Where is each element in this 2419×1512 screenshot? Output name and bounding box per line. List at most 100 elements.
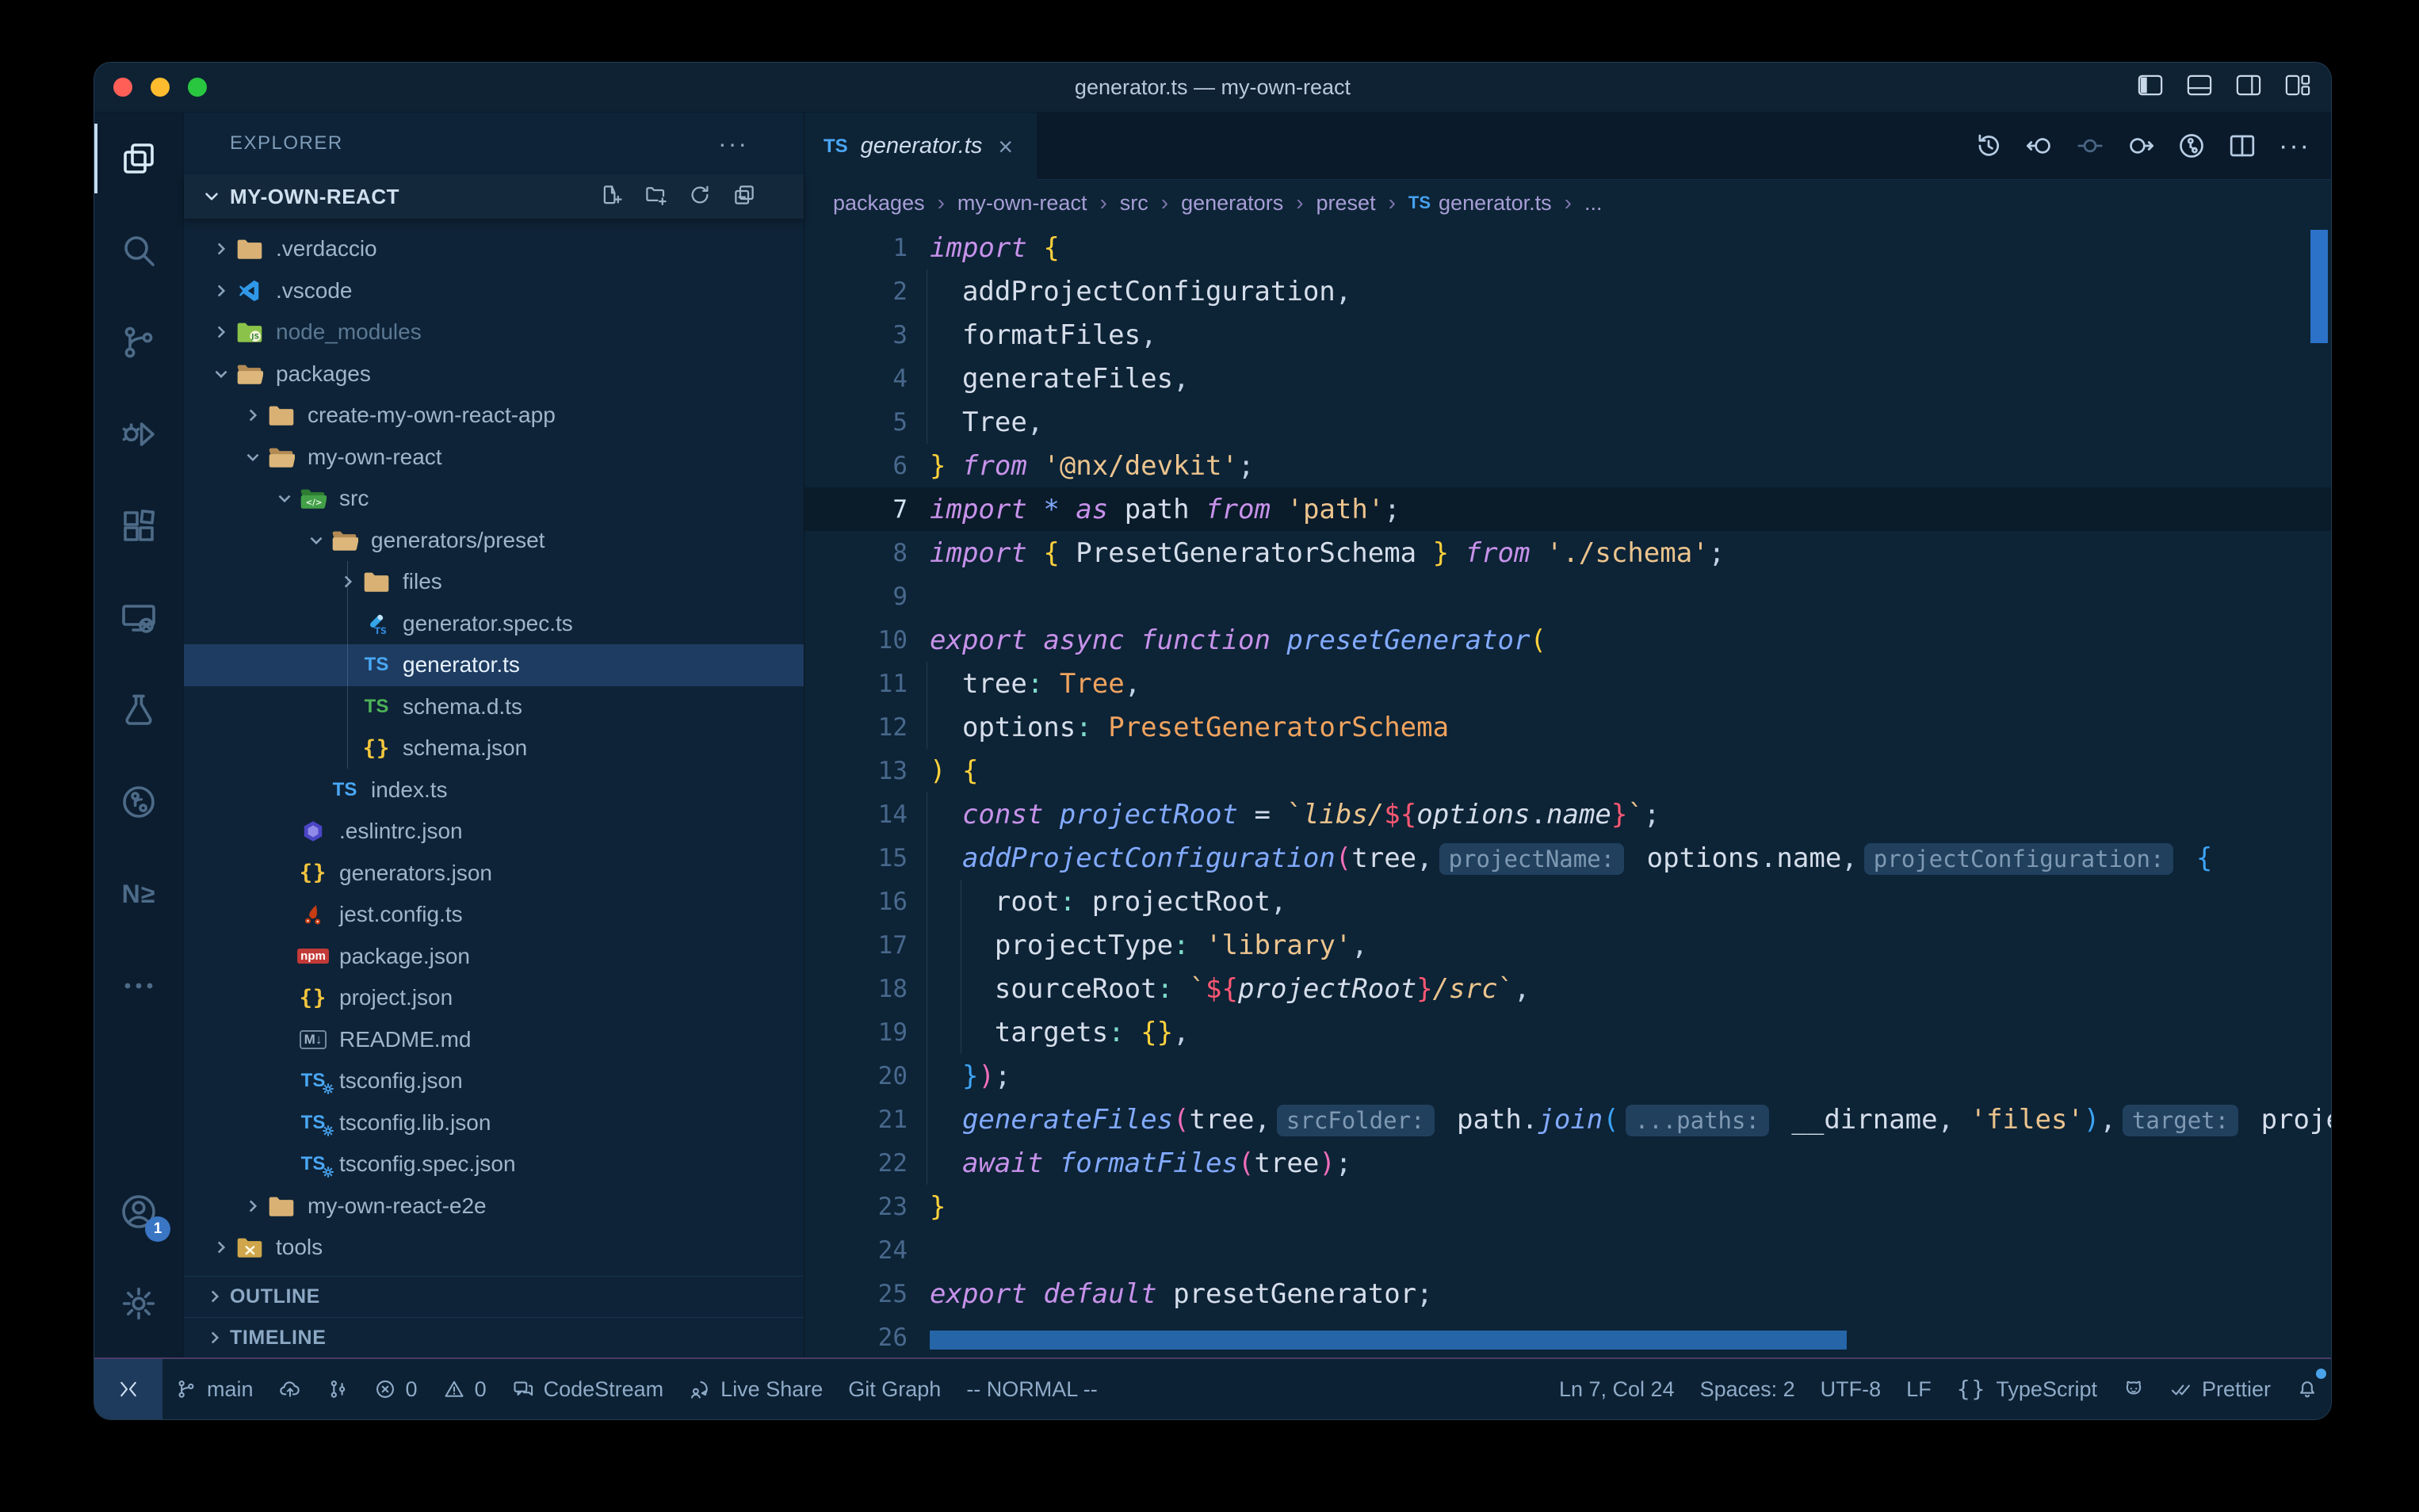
- code-line-9[interactable]: 9: [804, 575, 2331, 618]
- next-change-button[interactable]: [2127, 132, 2155, 160]
- code-line-18[interactable]: 18 sourceRoot: `${projectRoot}/src`,: [804, 967, 2331, 1010]
- status-language-mode[interactable]: {}TypeScript: [1944, 1359, 2110, 1419]
- tree-item-tsconfig.lib.json[interactable]: TStsconfig.lib.json: [184, 1102, 804, 1144]
- breadcrumb-item-my-own-react[interactable]: my-own-react: [957, 191, 1087, 216]
- breadcrumb-item-generator.ts[interactable]: TSgenerator.ts: [1408, 191, 1552, 216]
- code-line-23[interactable]: 23}: [804, 1185, 2331, 1228]
- activity-item-gitlens[interactable]: [94, 756, 183, 848]
- tree-item-jest.config.ts[interactable]: jest.config.ts: [184, 894, 804, 936]
- toggle-panel-button[interactable]: [2187, 74, 2212, 100]
- tree-item-.verdaccio[interactable]: .verdaccio: [184, 228, 804, 270]
- activity-item-manage[interactable]: [94, 1258, 183, 1350]
- status-eol[interactable]: LF: [1894, 1359, 1944, 1419]
- code-line-3[interactable]: 3 formatFiles,: [804, 313, 2331, 357]
- tree-item-.eslintrc.json[interactable]: .eslintrc.json: [184, 811, 804, 853]
- code-line-6[interactable]: 6} from '@nx/devkit';: [804, 444, 2331, 487]
- status-vim-mode[interactable]: -- NORMAL --: [953, 1359, 1110, 1419]
- code-line-21[interactable]: 21 generateFiles(tree,srcFolder: path.jo…: [804, 1098, 2331, 1141]
- tree-item-my-own-react-e2e[interactable]: my-own-react-e2e: [184, 1186, 804, 1228]
- zoom-window-button[interactable]: [188, 78, 207, 97]
- close-window-button[interactable]: [113, 78, 132, 97]
- status-cursor-position[interactable]: Ln 7, Col 24: [1546, 1359, 1687, 1419]
- code-line-20[interactable]: 20 });: [804, 1054, 2331, 1098]
- split-editor-button[interactable]: [2228, 132, 2257, 160]
- status-formatter[interactable]: Prettier: [2157, 1359, 2283, 1419]
- activity-item-search[interactable]: [94, 204, 183, 296]
- vertical-scrollbar[interactable]: [2310, 230, 2328, 343]
- outline-section[interactable]: OUTLINE: [184, 1276, 804, 1316]
- status-encoding[interactable]: UTF-8: [1808, 1359, 1894, 1419]
- horizontal-scrollbar[interactable]: [930, 1331, 1847, 1350]
- tree-item-package.json[interactable]: npmpackage.json: [184, 936, 804, 978]
- code-line-13[interactable]: 13) {: [804, 749, 2331, 792]
- tab-generator-ts[interactable]: TS generator.ts ×: [804, 113, 1037, 180]
- code-line-10[interactable]: 10export async function presetGenerator(: [804, 618, 2331, 662]
- code-line-15[interactable]: 15 addProjectConfiguration(tree,projectN…: [804, 836, 2331, 880]
- code-line-2[interactable]: 2 addProjectConfiguration,: [804, 269, 2331, 313]
- breadcrumb-item-generators[interactable]: generators: [1181, 191, 1283, 216]
- activity-item-remote-explorer[interactable]: [94, 572, 183, 664]
- status-notifications[interactable]: [2283, 1359, 2331, 1419]
- tree-item-index.ts[interactable]: TSindex.ts: [184, 769, 804, 811]
- tree-item-.vscode[interactable]: .vscode: [184, 270, 804, 312]
- tree-item-tsconfig.json[interactable]: TStsconfig.json: [184, 1060, 804, 1102]
- tree-item-files[interactable]: files: [184, 561, 804, 603]
- code-line-14[interactable]: 14 const projectRoot = `libs/${options.n…: [804, 792, 2331, 836]
- tree-item-my-own-react[interactable]: my-own-react: [184, 437, 804, 479]
- new-folder-button[interactable]: [644, 183, 667, 211]
- collapse-folders-button[interactable]: [732, 183, 756, 211]
- toggle-primary-sidebar-button[interactable]: [2138, 74, 2163, 100]
- sidebar-more-actions-button[interactable]: ···: [718, 129, 748, 158]
- breadcrumb-item-src[interactable]: src: [1120, 191, 1148, 216]
- close-tab-button[interactable]: ×: [995, 134, 1016, 159]
- toggle-secondary-sidebar-button[interactable]: [2236, 74, 2261, 100]
- status-remote-indicator[interactable]: [94, 1359, 162, 1419]
- status-indentation[interactable]: Spaces: 2: [1687, 1359, 1808, 1419]
- code-area[interactable]: 1import {2 addProjectConfiguration,3 for…: [804, 226, 2331, 1357]
- project-section-header[interactable]: MY-OWN-REACT: [184, 174, 804, 219]
- activity-item-source-control[interactable]: [94, 296, 183, 388]
- breadcrumb-item-...[interactable]: ...: [1584, 191, 1603, 216]
- tree-item-project.json[interactable]: {}project.json: [184, 977, 804, 1019]
- code-line-22[interactable]: 22 await formatFiles(tree);: [804, 1141, 2331, 1185]
- status-github[interactable]: [2110, 1359, 2157, 1419]
- code-line-25[interactable]: 25export default presetGenerator;: [804, 1272, 2331, 1315]
- tree-item-generators.json[interactable]: {}generators.json: [184, 853, 804, 895]
- code-line-8[interactable]: 8import { PresetGeneratorSchema } from '…: [804, 531, 2331, 575]
- titlebar[interactable]: generator.ts — my-own-react: [94, 63, 2331, 113]
- more-actions-button[interactable]: ···: [2279, 132, 2310, 159]
- code-line-4[interactable]: 4 generateFiles,: [804, 357, 2331, 400]
- activity-item-run-and-debug[interactable]: [94, 388, 183, 480]
- tree-item-packages[interactable]: packages: [184, 353, 804, 395]
- previous-change-button[interactable]: [2025, 132, 2054, 160]
- code-line-17[interactable]: 17 projectType: 'library',: [804, 923, 2331, 967]
- customize-layout-button[interactable]: [2285, 74, 2310, 100]
- timeline-section[interactable]: TIMELINE: [184, 1317, 804, 1357]
- tree-item-tools[interactable]: tools: [184, 1227, 804, 1269]
- status-live-share[interactable]: Live Share: [676, 1359, 835, 1419]
- status-pipelines[interactable]: [314, 1359, 361, 1419]
- current-change-button[interactable]: [2076, 132, 2104, 160]
- open-timeline-button[interactable]: [1974, 132, 2003, 160]
- status-codestream[interactable]: CodeStream: [499, 1359, 677, 1419]
- tree-item-src[interactable]: </>src: [184, 478, 804, 520]
- tree-item-generator.ts[interactable]: TSgenerator.ts: [184, 644, 804, 686]
- tree-item-create-my-own-react-app[interactable]: create-my-own-react-app: [184, 395, 804, 437]
- new-file-button[interactable]: [599, 183, 623, 211]
- code-line-19[interactable]: 19 targets: {},: [804, 1010, 2331, 1054]
- activity-item-extensions[interactable]: [94, 480, 183, 572]
- refresh-explorer-button[interactable]: [688, 183, 712, 211]
- tree-item-README.md[interactable]: M↓README.md: [184, 1019, 804, 1061]
- code-line-12[interactable]: 12 options: PresetGeneratorSchema: [804, 705, 2331, 749]
- tree-item-schema.d.ts[interactable]: TSschema.d.ts: [184, 686, 804, 728]
- activity-item-nx-console[interactable]: N≥: [94, 848, 183, 940]
- activity-item-testing[interactable]: [94, 664, 183, 756]
- open-changes-button[interactable]: [2177, 132, 2206, 160]
- status-publish-changes[interactable]: [266, 1359, 314, 1419]
- status-git-graph[interactable]: Git Graph: [835, 1359, 953, 1419]
- tree-item-node_modules[interactable]: JSnode_modules: [184, 311, 804, 353]
- code-line-24[interactable]: 24: [804, 1228, 2331, 1272]
- breadcrumb-item-preset[interactable]: preset: [1317, 191, 1376, 216]
- minimize-window-button[interactable]: [151, 78, 170, 97]
- status-problems-warnings[interactable]: 0: [430, 1359, 499, 1419]
